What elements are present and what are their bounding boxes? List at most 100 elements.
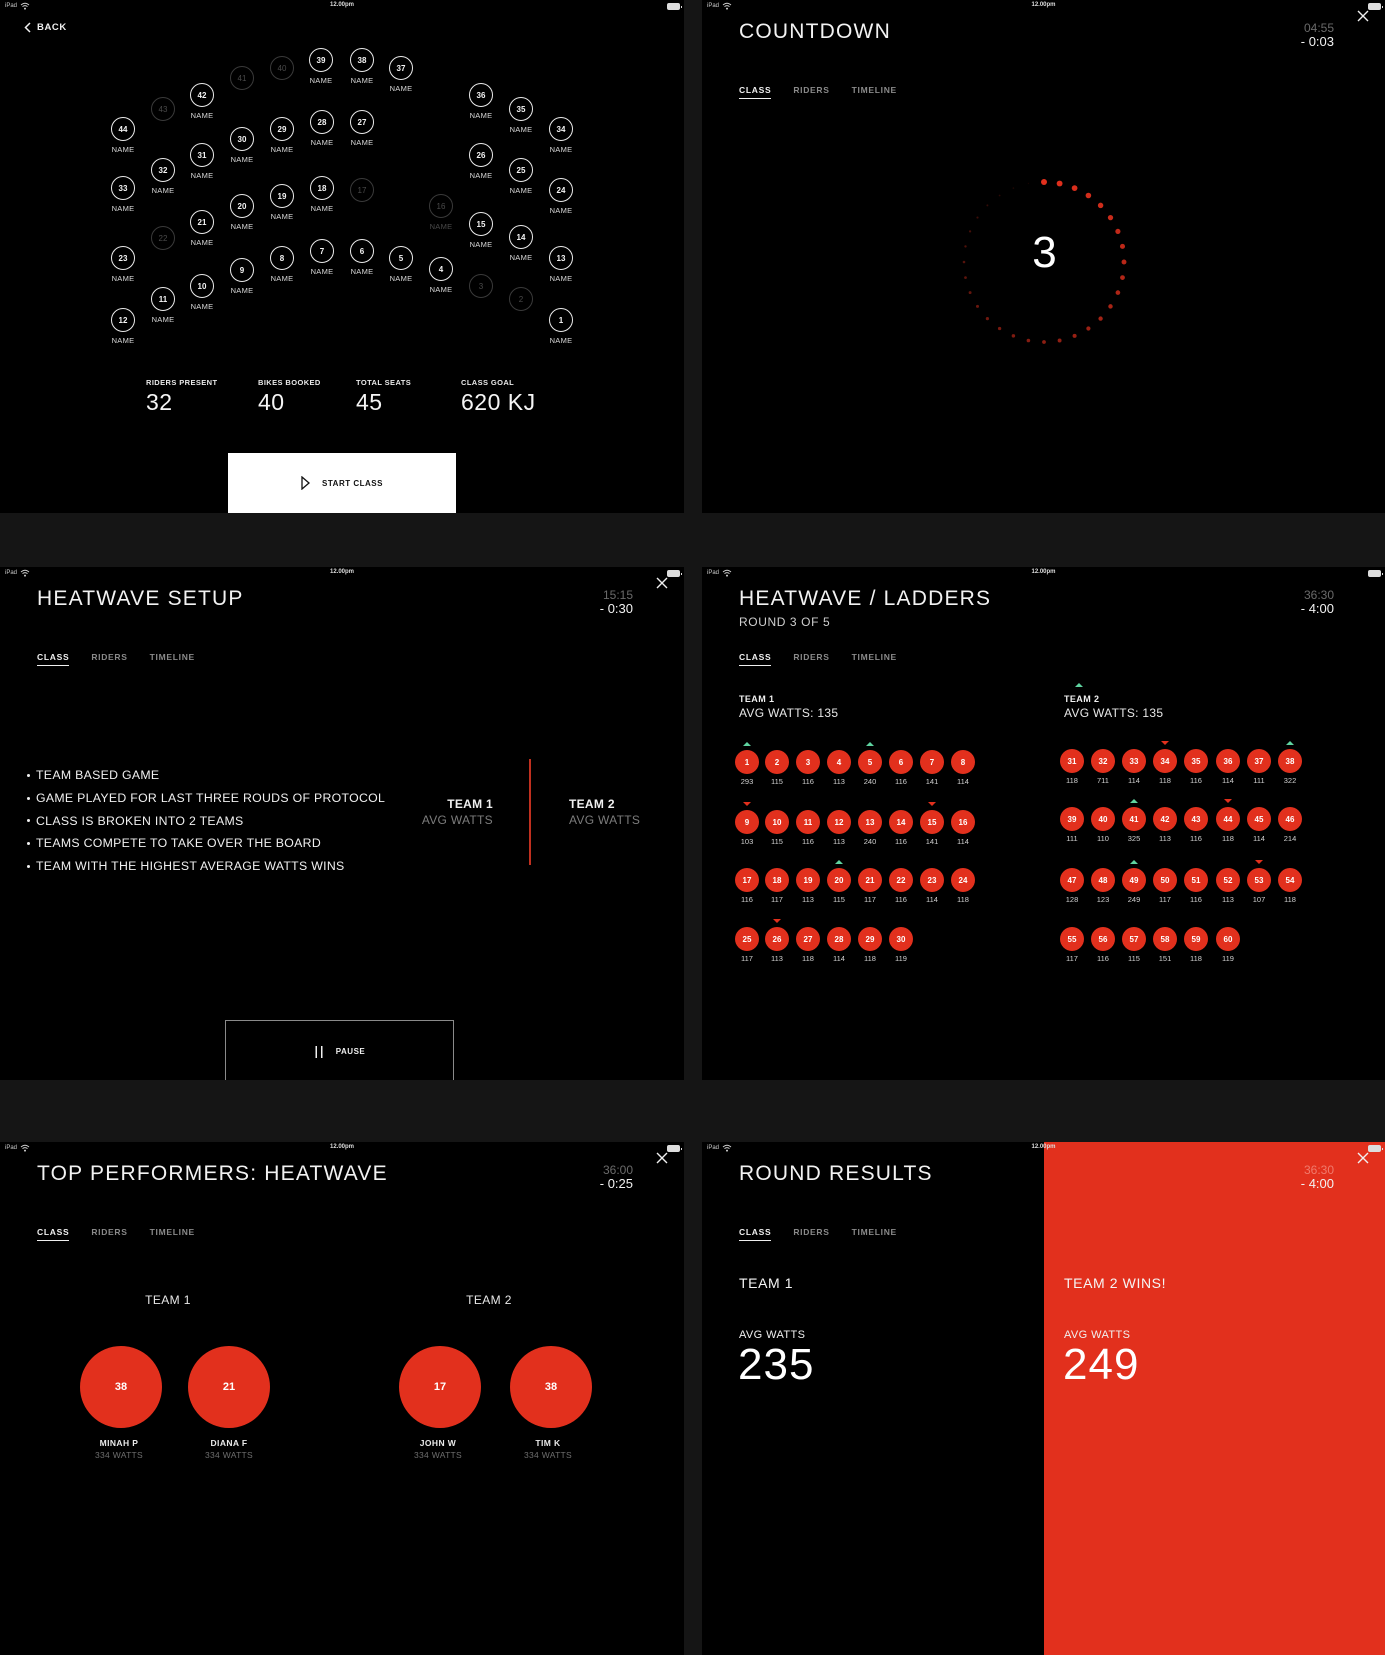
- rider-badge-25[interactable]: 25: [735, 927, 759, 951]
- tab-class[interactable]: CLASS: [739, 652, 772, 666]
- rider-badge-60[interactable]: 60: [1216, 927, 1240, 951]
- performer-seat-badge[interactable]: 17: [399, 1346, 481, 1428]
- seat-42[interactable]: 42: [190, 83, 214, 107]
- rider-badge-53[interactable]: 53: [1247, 868, 1271, 892]
- seat-18[interactable]: 18: [310, 176, 334, 200]
- seat-28[interactable]: 28: [310, 110, 334, 134]
- rider-badge-55[interactable]: 55: [1060, 927, 1084, 951]
- pause-button[interactable]: PAUSE: [225, 1020, 454, 1080]
- tab-riders[interactable]: RIDERS: [793, 652, 829, 666]
- rider-badge-16[interactable]: 16: [951, 810, 975, 834]
- close-button[interactable]: [1356, 1151, 1370, 1165]
- rider-badge-35[interactable]: 35: [1184, 749, 1208, 773]
- close-button[interactable]: [655, 1151, 669, 1165]
- start-class-button[interactable]: START CLASS: [228, 453, 456, 513]
- seat-14[interactable]: 14: [509, 225, 533, 249]
- seat-36[interactable]: 36: [469, 83, 493, 107]
- rider-badge-10[interactable]: 10: [765, 810, 789, 834]
- seat-5[interactable]: 5: [389, 246, 413, 270]
- tab-class[interactable]: CLASS: [739, 1227, 772, 1241]
- seat-31[interactable]: 31: [190, 143, 214, 167]
- tab-timeline[interactable]: TIMELINE: [852, 1227, 897, 1241]
- seat-30[interactable]: 30: [230, 127, 254, 151]
- rider-badge-59[interactable]: 59: [1184, 927, 1208, 951]
- rider-badge-2[interactable]: 2: [765, 750, 789, 774]
- rider-badge-23[interactable]: 23: [920, 868, 944, 892]
- tab-riders[interactable]: RIDERS: [793, 1227, 829, 1241]
- rider-badge-24[interactable]: 24: [951, 868, 975, 892]
- seat-29[interactable]: 29: [270, 117, 294, 141]
- seat-15[interactable]: 15: [469, 212, 493, 236]
- rider-badge-37[interactable]: 37: [1247, 749, 1271, 773]
- rider-badge-38[interactable]: 38: [1278, 749, 1302, 773]
- seat-11[interactable]: 11: [151, 287, 175, 311]
- rider-badge-32[interactable]: 32: [1091, 749, 1115, 773]
- rider-badge-49[interactable]: 49: [1122, 868, 1146, 892]
- tab-timeline[interactable]: TIMELINE: [150, 1227, 195, 1241]
- rider-badge-51[interactable]: 51: [1184, 868, 1208, 892]
- tab-class[interactable]: CLASS: [37, 652, 70, 666]
- tab-class[interactable]: CLASS: [37, 1227, 70, 1241]
- seat-16[interactable]: 16: [429, 194, 453, 218]
- seat-13[interactable]: 13: [549, 246, 573, 270]
- rider-badge-33[interactable]: 33: [1122, 749, 1146, 773]
- rider-badge-27[interactable]: 27: [796, 927, 820, 951]
- rider-badge-57[interactable]: 57: [1122, 927, 1146, 951]
- rider-badge-14[interactable]: 14: [889, 810, 913, 834]
- rider-badge-22[interactable]: 22: [889, 868, 913, 892]
- seat-1[interactable]: 1: [549, 308, 573, 332]
- rider-badge-9[interactable]: 9: [735, 810, 759, 834]
- seat-37[interactable]: 37: [389, 56, 413, 80]
- seat-10[interactable]: 10: [190, 274, 214, 298]
- seat-27[interactable]: 27: [350, 110, 374, 134]
- rider-badge-52[interactable]: 52: [1216, 868, 1240, 892]
- seat-24[interactable]: 24: [549, 178, 573, 202]
- seat-44[interactable]: 44: [111, 117, 135, 141]
- rider-badge-17[interactable]: 17: [735, 868, 759, 892]
- rider-badge-13[interactable]: 13: [858, 810, 882, 834]
- rider-badge-1[interactable]: 1: [735, 750, 759, 774]
- rider-badge-45[interactable]: 45: [1247, 807, 1271, 831]
- seat-32[interactable]: 32: [151, 158, 175, 182]
- seat-3[interactable]: 3: [469, 274, 493, 298]
- rider-badge-50[interactable]: 50: [1153, 868, 1177, 892]
- back-button[interactable]: BACK: [24, 22, 67, 33]
- tab-riders[interactable]: RIDERS: [91, 652, 127, 666]
- seat-22[interactable]: 22: [151, 226, 175, 250]
- rider-badge-26[interactable]: 26: [765, 927, 789, 951]
- rider-badge-36[interactable]: 36: [1216, 749, 1240, 773]
- rider-badge-18[interactable]: 18: [765, 868, 789, 892]
- rider-badge-29[interactable]: 29: [858, 927, 882, 951]
- rider-badge-21[interactable]: 21: [858, 868, 882, 892]
- rider-badge-39[interactable]: 39: [1060, 807, 1084, 831]
- rider-badge-58[interactable]: 58: [1153, 927, 1177, 951]
- tab-riders[interactable]: RIDERS: [91, 1227, 127, 1241]
- performer-seat-badge[interactable]: 38: [510, 1346, 592, 1428]
- seat-41[interactable]: 41: [230, 66, 254, 90]
- seat-20[interactable]: 20: [230, 194, 254, 218]
- performer-seat-badge[interactable]: 21: [188, 1346, 270, 1428]
- rider-badge-19[interactable]: 19: [796, 868, 820, 892]
- seat-26[interactable]: 26: [469, 143, 493, 167]
- rider-badge-41[interactable]: 41: [1122, 807, 1146, 831]
- seat-21[interactable]: 21: [190, 210, 214, 234]
- rider-badge-4[interactable]: 4: [827, 750, 851, 774]
- seat-2[interactable]: 2: [509, 287, 533, 311]
- seat-6[interactable]: 6: [350, 239, 374, 263]
- seat-4[interactable]: 4: [429, 257, 453, 281]
- rider-badge-8[interactable]: 8: [951, 750, 975, 774]
- rider-badge-7[interactable]: 7: [920, 750, 944, 774]
- close-button[interactable]: [655, 576, 669, 590]
- rider-badge-6[interactable]: 6: [889, 750, 913, 774]
- rider-badge-31[interactable]: 31: [1060, 749, 1084, 773]
- seat-39[interactable]: 39: [309, 48, 333, 72]
- rider-badge-12[interactable]: 12: [827, 810, 851, 834]
- rider-badge-34[interactable]: 34: [1153, 749, 1177, 773]
- rider-badge-54[interactable]: 54: [1278, 868, 1302, 892]
- rider-badge-20[interactable]: 20: [827, 868, 851, 892]
- seat-9[interactable]: 9: [230, 258, 254, 282]
- seat-12[interactable]: 12: [111, 308, 135, 332]
- tab-timeline[interactable]: TIMELINE: [150, 652, 195, 666]
- rider-badge-44[interactable]: 44: [1216, 807, 1240, 831]
- tab-timeline[interactable]: TIMELINE: [852, 652, 897, 666]
